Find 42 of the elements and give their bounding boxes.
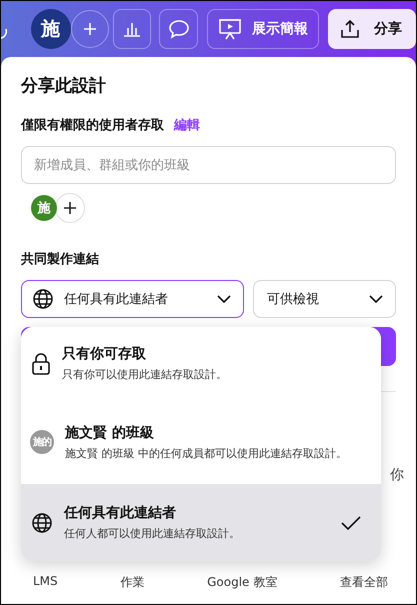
plus-icon bbox=[82, 22, 97, 36]
user-avatar[interactable]: 施 bbox=[30, 9, 71, 49]
section-label: 共同製作連結 bbox=[21, 251, 100, 269]
search-field[interactable]: 新增成員、群組或你的班級 bbox=[21, 146, 396, 184]
share-button[interactable]: 分享 bbox=[328, 9, 416, 49]
globe-icon bbox=[31, 512, 53, 534]
panel-title: 分享此設計 bbox=[21, 75, 107, 97]
share-target-label[interactable]: Google 教室 bbox=[207, 574, 278, 591]
chevron-down-icon bbox=[217, 295, 231, 303]
add-button[interactable] bbox=[70, 10, 109, 48]
edit-link[interactable]: 編輯 bbox=[174, 115, 200, 137]
chart-button[interactable] bbox=[112, 9, 152, 49]
presentation-icon bbox=[218, 18, 242, 40]
option-title: 只有你可存取 bbox=[62, 345, 147, 363]
upload-icon bbox=[340, 19, 360, 39]
partial-text: 你 bbox=[390, 466, 404, 485]
share-target-label[interactable]: LMS bbox=[33, 574, 58, 591]
access-label: 僅限有權限的使用者存取 bbox=[21, 117, 164, 135]
menu-item[interactable]: 施的 施文賢 的班級 施文賢 的班級 中的任何成員都可以使用此連結存取設計。 bbox=[21, 400, 381, 484]
share-target-label[interactable]: 查看全部 bbox=[340, 574, 388, 591]
permission-select[interactable]: 可供檢視 bbox=[253, 280, 396, 318]
option-title: 任何具有此連結者 bbox=[64, 504, 177, 522]
comment-button[interactable] bbox=[159, 9, 198, 49]
class-avatar: 施的 bbox=[30, 430, 54, 454]
present-button[interactable]: 展示簡報 bbox=[207, 9, 319, 49]
checkmark-icon bbox=[341, 514, 361, 530]
option-description: 施文賢 的班級 中的任何成員都可以使用此連結存取設計。 bbox=[65, 446, 348, 460]
menu-item[interactable]: 任何具有此連結者 任何人都可以使用此連結存取設計。 bbox=[21, 484, 381, 561]
link-access-select[interactable]: 任何具有此連結者 bbox=[21, 280, 244, 318]
option-title: 施文賢 的班級 bbox=[65, 424, 155, 442]
option-description: 任何人都可以使用此連結存取設計。 bbox=[64, 526, 241, 541]
plus-icon bbox=[63, 201, 77, 215]
lock-icon bbox=[31, 352, 51, 374]
add-member-button[interactable] bbox=[55, 193, 85, 223]
bar-chart-icon bbox=[122, 20, 142, 38]
share-target-label[interactable]: 作業 bbox=[120, 574, 144, 591]
option-description: 只有你可以使用此連結存取設計。 bbox=[62, 367, 228, 382]
chevron-down-icon bbox=[369, 295, 383, 303]
speech-bubble-icon bbox=[168, 19, 190, 39]
globe-icon bbox=[32, 288, 54, 310]
member-avatar: 施 bbox=[31, 195, 57, 221]
menu-item[interactable]: 只有你可存取 只有你可以使用此連結存取設計。 bbox=[21, 327, 381, 400]
